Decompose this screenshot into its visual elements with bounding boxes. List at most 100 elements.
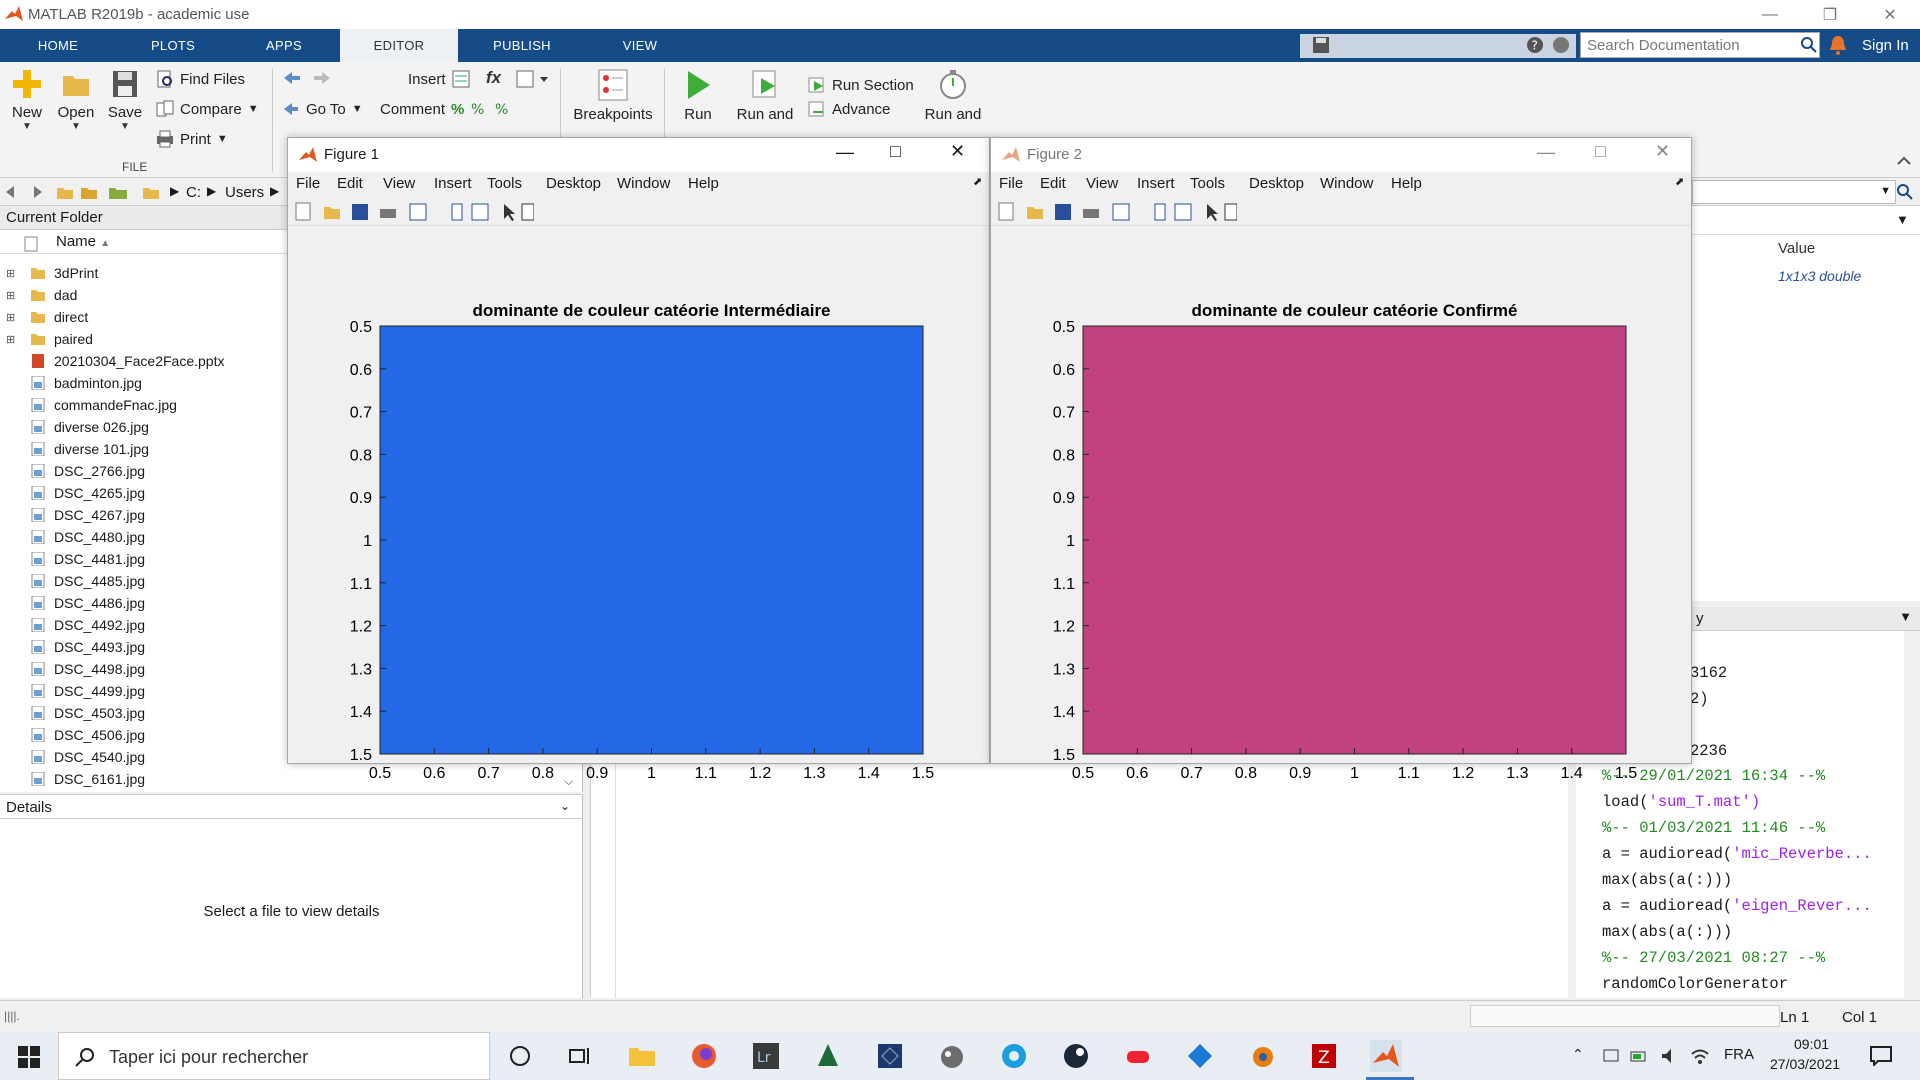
figure-1-close-button[interactable]: ✕: [950, 141, 965, 162]
folder-item[interactable]: ⊞ dad: [0, 284, 77, 306]
back-arrow-icon[interactable]: [282, 70, 302, 86]
run-and-advance-button[interactable]: Run and: [730, 68, 800, 123]
file-item[interactable]: badminton.jpg: [0, 372, 142, 394]
figure-1-menu-desktop[interactable]: Desktop: [546, 175, 601, 192]
notification-bell-icon[interactable]: [1828, 34, 1848, 56]
figure-2-toolbar-icons[interactable]: [997, 201, 1237, 223]
community-icon[interactable]: [1552, 36, 1570, 54]
figure-1-axes[interactable]: dominante de couleur catéorie Intermédia…: [288, 226, 989, 782]
history-session-separator[interactable]: %-- 01/03/2021 11:46 --%: [1602, 819, 1825, 837]
folder-tree-icon[interactable]: [108, 183, 128, 201]
forward-icon[interactable]: [28, 184, 44, 200]
history-partial-line[interactable]: 2): [1690, 690, 1709, 708]
save-button[interactable]: Save ▼: [104, 68, 146, 132]
expand-icon[interactable]: ⊞: [6, 267, 20, 280]
figure-1-title-bar[interactable]: Figure 1 — □ ✕: [288, 138, 989, 172]
address-path-field[interactable]: ▼: [1692, 180, 1896, 204]
wifi-icon[interactable]: [1690, 1047, 1710, 1065]
history-partial-line[interactable]: 3162: [1690, 664, 1727, 682]
folder-item[interactable]: ⊞ paired: [0, 328, 93, 350]
file-item[interactable]: diverse 101.jpg: [0, 438, 149, 460]
search-folder-icon[interactable]: [1896, 183, 1914, 201]
history-session-separator[interactable]: %-- 27/03/2021 08:27 --%: [1602, 949, 1825, 967]
folder-item[interactable]: ⊞ direct: [0, 306, 88, 328]
history-scrollbar[interactable]: [1904, 631, 1920, 998]
go-to-button[interactable]: Go To ▼: [282, 100, 363, 118]
file-item[interactable]: 20210304_Face2Face.pptx: [0, 350, 224, 372]
browse-folder-icon[interactable]: [80, 183, 98, 201]
figure-2-close-button[interactable]: ✕: [1655, 141, 1670, 162]
cortana-icon[interactable]: [504, 1040, 536, 1072]
file-item[interactable]: DSC_4540.jpg: [0, 746, 145, 768]
tab-apps[interactable]: APPS: [244, 29, 324, 62]
workspace-value[interactable]: 1x1x3 double: [1778, 268, 1861, 284]
file-item[interactable]: DSC_4485.jpg: [0, 570, 145, 592]
battery-icon[interactable]: [1630, 1047, 1648, 1065]
file-item[interactable]: DSC_4506.jpg: [0, 724, 145, 746]
blender-icon[interactable]: [1246, 1040, 1278, 1072]
file-explorer-icon[interactable]: [626, 1040, 658, 1072]
file-item[interactable]: DSC_4498.jpg: [0, 658, 145, 680]
language-indicator[interactable]: FRA: [1724, 1046, 1754, 1063]
search-input[interactable]: Search Documentation: [1580, 32, 1820, 58]
figure-1-menu-help[interactable]: Help: [688, 175, 719, 192]
task-view-icon[interactable]: [564, 1040, 596, 1072]
ink-app-icon[interactable]: [812, 1040, 844, 1072]
insert-function-button[interactable]: fx: [486, 68, 501, 88]
filezilla-icon[interactable]: Z: [1308, 1040, 1340, 1072]
breakpoints-button[interactable]: Breakpoints: [570, 68, 656, 123]
collapse-ribbon-icon[interactable]: [1896, 154, 1912, 168]
file-item[interactable]: DSC_4486.jpg: [0, 592, 145, 614]
clock-time[interactable]: 09:01: [1794, 1036, 1829, 1052]
tab-editor[interactable]: EDITOR: [340, 29, 458, 62]
figure-1-window[interactable]: Figure 1 — □ ✕ File Edit View Insert Tools De…: [287, 137, 990, 782]
file-item[interactable]: DSC_6161.jpg: [0, 768, 145, 790]
tab-home[interactable]: HOME: [18, 29, 98, 62]
game-controller-icon[interactable]: [1122, 1040, 1154, 1072]
tab-publish[interactable]: PUBLISH: [482, 29, 562, 62]
file-item[interactable]: DSC_4492.jpg: [0, 614, 145, 636]
figure-1-minimize-button[interactable]: —: [836, 142, 854, 163]
run-section-button[interactable]: Run Section: [808, 76, 914, 94]
figure-2-menu-view[interactable]: View: [1086, 175, 1118, 192]
run-and-time-button[interactable]: Run and: [920, 68, 986, 123]
figure-2-window[interactable]: Figure 2 — □ ✕ File Edit View Insert Tools De…: [990, 137, 1692, 782]
figure-1-menu-edit[interactable]: Edit: [337, 175, 363, 192]
folder-item[interactable]: ⊞ 3dPrint: [0, 262, 98, 284]
file-item[interactable]: DSC_2766.jpg: [0, 460, 145, 482]
search-icon[interactable]: [1800, 36, 1818, 54]
file-item[interactable]: DSC_4265.jpg: [0, 482, 145, 504]
minimize-button[interactable]: —: [1740, 0, 1800, 29]
dock-figure-icon[interactable]: ⬈: [1675, 175, 1684, 188]
history-command[interactable]: randomColorGenerator: [1602, 975, 1788, 993]
expand-icon[interactable]: ⊞: [6, 289, 20, 302]
blue-app-icon[interactable]: [1184, 1040, 1216, 1072]
tray-chevron-icon[interactable]: ⌃: [1572, 1046, 1584, 1063]
tab-plots[interactable]: PLOTS: [133, 29, 213, 62]
expand-icon[interactable]: ⊞: [6, 333, 20, 346]
figure-1-maximize-button[interactable]: □: [890, 141, 901, 162]
indent-options-icon[interactable]: [516, 70, 548, 88]
dock-figure-icon[interactable]: ⬈: [973, 175, 982, 188]
close-button[interactable]: ✕: [1860, 0, 1920, 29]
file-item[interactable]: DSC_4481.jpg: [0, 548, 145, 570]
figure-2-maximize-button[interactable]: □: [1595, 141, 1606, 162]
help-icon[interactable]: ?: [1526, 36, 1544, 54]
figure-1-menu-view[interactable]: View: [383, 175, 415, 192]
tab-view[interactable]: VIEW: [600, 29, 680, 62]
figure-2-menu-desktop[interactable]: Desktop: [1249, 175, 1304, 192]
file-item[interactable]: commandeFnac.jpg: [0, 394, 177, 416]
file-item[interactable]: DSC_4503.jpg: [0, 702, 145, 724]
compare-button[interactable]: Compare ▼: [156, 100, 259, 118]
history-command[interactable]: max(abs(a(:))): [1602, 923, 1732, 941]
file-item[interactable]: diverse 026.jpg: [0, 416, 149, 438]
workspace-menu-icon[interactable]: ▼: [1896, 212, 1909, 227]
clock-date[interactable]: 27/03/2021: [1770, 1056, 1840, 1072]
file-item[interactable]: DSC_4267.jpg: [0, 504, 145, 526]
insert-button[interactable]: Insert: [408, 70, 470, 88]
figure-2-axes[interactable]: dominante de couleur catéorie Confirmé 0.…: [991, 226, 1691, 782]
history-command[interactable]: max(abs(a(:))): [1602, 871, 1732, 889]
volume-icon[interactable]: [1660, 1047, 1678, 1065]
sign-in-link[interactable]: Sign In: [1862, 37, 1909, 54]
virtualbox-icon[interactable]: [874, 1040, 906, 1072]
